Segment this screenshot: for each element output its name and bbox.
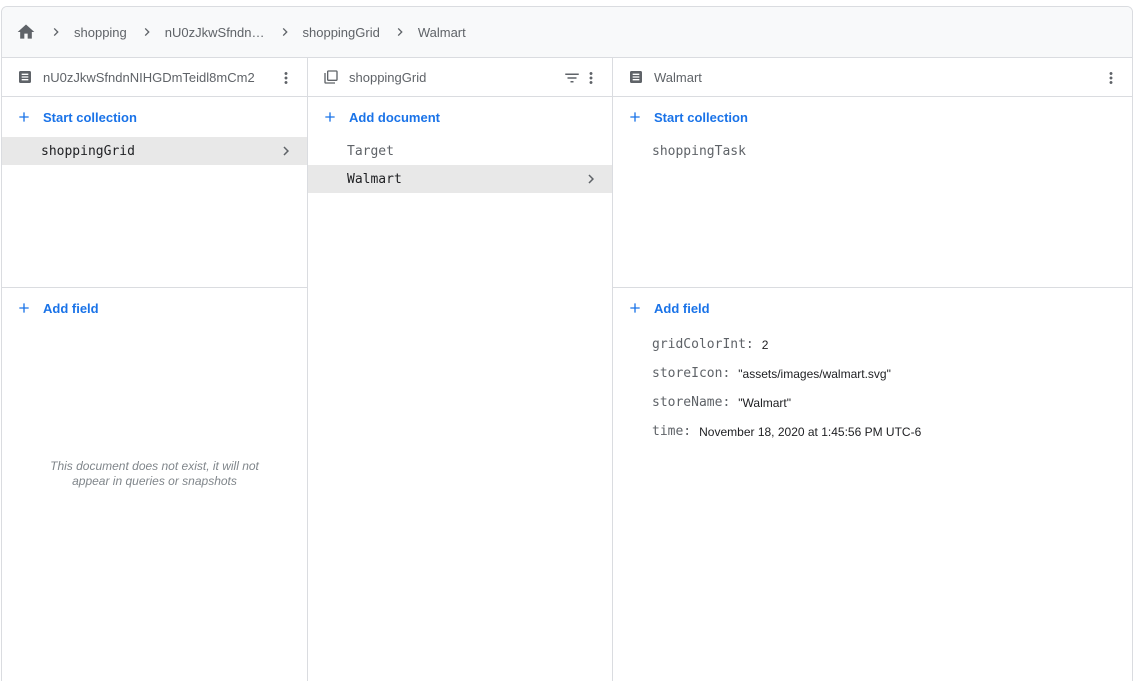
panels: nU0zJkwSfndnNIHGDmTeidl8mCm2 Start colle…: [2, 58, 1132, 681]
filter-icon[interactable]: [562, 68, 582, 88]
list-item-label: shoppingTask: [652, 143, 746, 159]
start-collection-label: Start collection: [43, 109, 137, 125]
collection-item-shopping-grid[interactable]: shoppingGrid: [2, 137, 307, 165]
chevron-right-icon: [388, 20, 412, 44]
field-key: time:: [652, 424, 692, 439]
chevron-right-icon: [582, 170, 600, 188]
panel-title: Walmart: [654, 69, 702, 85]
collection-icon: [323, 69, 339, 85]
list-item-label: Target: [347, 143, 394, 159]
more-vert-icon[interactable]: [277, 68, 295, 88]
list-item-label: Walmart: [347, 171, 402, 187]
panel-title: shoppingGrid: [349, 69, 427, 85]
add-field-label: Add field: [43, 300, 99, 316]
field-row-time[interactable]: time: November 18, 2020 at 1:45:56 PM UT…: [613, 417, 1132, 446]
collection-panel-shopping-grid: shoppingGrid Add document Target Walmart: [308, 58, 613, 681]
breadcrumb: shopping nU0zJkwSfndn… shoppingGrid Walm…: [2, 7, 1132, 58]
empty-document-note: This document does not exist, it will no…: [2, 459, 307, 489]
add-document-button[interactable]: Add document: [308, 97, 612, 137]
field-key: storeIcon:: [652, 366, 731, 381]
field-value: November 18, 2020 at 1:45:56 PM UTC-6: [699, 424, 922, 439]
add-field-button[interactable]: Add field: [2, 288, 307, 328]
plus-icon: [322, 109, 338, 125]
field-row-store-name[interactable]: storeName: "Walmart": [613, 388, 1132, 417]
firestore-data-viewer: shopping nU0zJkwSfndn… shoppingGrid Walm…: [1, 6, 1133, 681]
chevron-right-icon: [273, 20, 297, 44]
field-key: storeName:: [652, 395, 731, 410]
empty-note-line-1: This document does not exist, it will no…: [50, 459, 259, 473]
list-item-label: shoppingGrid: [41, 143, 135, 159]
document-item-target[interactable]: Target: [308, 137, 612, 165]
panel-header: nU0zJkwSfndnNIHGDmTeidl8mCm2: [2, 58, 307, 97]
add-field-label: Add field: [654, 300, 710, 316]
panel-header: Walmart: [613, 58, 1132, 97]
start-collection-button[interactable]: Start collection: [613, 97, 1132, 137]
plus-icon: [627, 300, 643, 316]
start-collection-button[interactable]: Start collection: [2, 97, 307, 137]
field-value: "assets/images/walmart.svg": [738, 366, 891, 381]
fields-list: gridColorInt: 2 storeIcon: "assets/image…: [613, 328, 1132, 446]
field-key: gridColorInt:: [652, 337, 754, 352]
field-row-grid-color-int[interactable]: gridColorInt: 2: [613, 330, 1132, 359]
plus-icon: [627, 109, 643, 125]
document-panel-walmart: Walmart Start collection shoppingTask Ad…: [613, 58, 1132, 681]
field-value: "Walmart": [738, 395, 792, 410]
collections-section: Start collection shoppingTask: [613, 97, 1132, 288]
chevron-right-icon: [277, 142, 295, 160]
add-document-label: Add document: [349, 109, 440, 125]
breadcrumb-shopping[interactable]: shopping: [74, 25, 127, 40]
breadcrumb-user-doc[interactable]: nU0zJkwSfndn…: [165, 25, 265, 40]
chevron-right-icon: [44, 20, 68, 44]
plus-icon: [16, 109, 32, 125]
field-value: 2: [761, 337, 769, 352]
breadcrumb-shopping-grid[interactable]: shoppingGrid: [303, 25, 380, 40]
collections-section: Start collection shoppingGrid: [2, 97, 307, 288]
panel-title: nU0zJkwSfndnNIHGDmTeidl8mCm2: [43, 69, 255, 85]
more-vert-icon[interactable]: [1102, 68, 1120, 88]
field-row-store-icon[interactable]: storeIcon: "assets/images/walmart.svg": [613, 359, 1132, 388]
empty-note-line-2: appear in queries or snapshots: [72, 474, 237, 488]
home-icon[interactable]: [16, 22, 36, 42]
document-icon: [17, 69, 33, 85]
more-vert-icon[interactable]: [582, 68, 600, 88]
chevron-right-icon: [135, 20, 159, 44]
breadcrumb-walmart[interactable]: Walmart: [418, 25, 466, 40]
start-collection-label: Start collection: [654, 109, 748, 125]
document-icon: [628, 69, 644, 85]
document-item-walmart[interactable]: Walmart: [308, 165, 612, 193]
collection-item-shopping-task[interactable]: shoppingTask: [613, 137, 1132, 165]
plus-icon: [16, 300, 32, 316]
panel-header: shoppingGrid: [308, 58, 612, 97]
add-field-button[interactable]: Add field: [613, 288, 1132, 328]
document-panel-user: nU0zJkwSfndnNIHGDmTeidl8mCm2 Start colle…: [2, 58, 308, 681]
documents-section: Add document Target Walmart: [308, 97, 612, 288]
